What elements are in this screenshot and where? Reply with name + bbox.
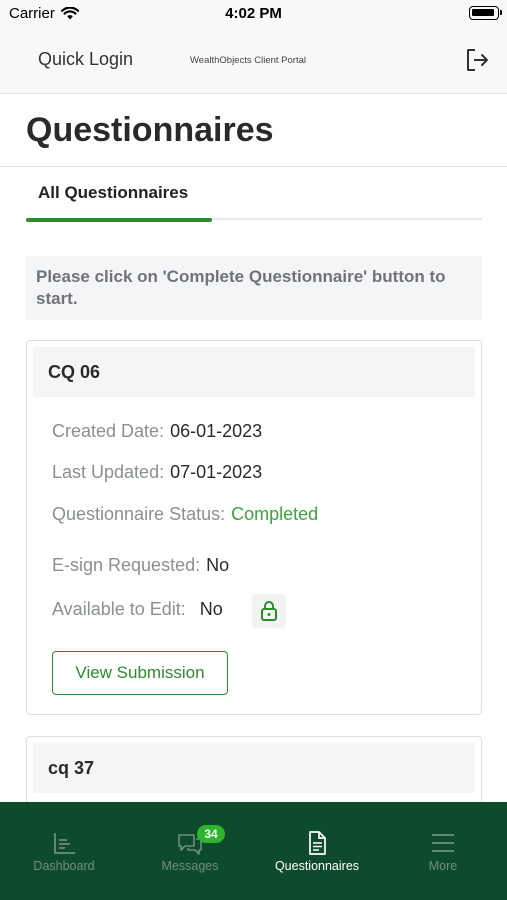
nav-label-dashboard: Dashboard (33, 859, 95, 873)
portal-name: WealthObjects Client Portal (190, 55, 306, 66)
card-header: cq 37 (33, 743, 475, 793)
esign-value: No (206, 555, 230, 575)
nav-label-questionnaires: Questionnaires (274, 859, 360, 873)
tab-all-questionnaires[interactable]: All Questionnaires (26, 168, 212, 222)
nav-label-messages: Messages (161, 859, 219, 873)
nav-item-messages[interactable]: 34 Messages (127, 802, 253, 900)
dashboard-icon (54, 833, 75, 854)
esign-label: E-sign Requested: (52, 555, 201, 575)
card-header: CQ 06 (33, 347, 475, 397)
tab-bar-top: All Questionnaires (26, 168, 482, 222)
last-updated-row: Last Updated: 07-01-2023 (52, 462, 262, 483)
created-date-label: Created Date: (52, 421, 165, 441)
page-title: Questionnaires (26, 111, 274, 149)
quick-login-link[interactable]: Quick Login (38, 49, 133, 70)
tab-active-indicator (26, 218, 212, 222)
last-updated-label: Last Updated: (52, 462, 165, 482)
app-header: Quick Login WealthObjects Client Portal (0, 28, 507, 94)
card-title: CQ 06 (48, 362, 101, 382)
lock-button[interactable] (252, 594, 286, 628)
messages-badge: 34 (197, 825, 225, 843)
info-banner: Please click on 'Complete Questionnaire'… (26, 256, 482, 320)
edit-row: Available to Edit: No (52, 599, 223, 620)
document-icon (309, 831, 326, 855)
view-submission-button[interactable]: View Submission (52, 651, 228, 695)
lock-icon (261, 601, 277, 621)
page-title-section: Questionnaires (0, 95, 507, 167)
battery-icon (469, 6, 502, 20)
edit-label: Available to Edit: (52, 599, 186, 619)
nav-item-questionnaires[interactable]: Questionnaires (254, 802, 380, 900)
bottom-nav: Dashboard 34 Messages Questionnaires Mor… (0, 802, 507, 900)
nav-item-more[interactable]: More (380, 802, 506, 900)
card-title: cq 37 (48, 758, 95, 778)
questionnaire-card: CQ 06 Created Date: 06-01-2023 Last Updat… (26, 340, 482, 715)
tab-label: All Questionnaires (38, 183, 189, 202)
nav-label-more: More (428, 859, 458, 873)
nav-item-dashboard[interactable]: Dashboard (1, 802, 127, 900)
logout-icon[interactable] (463, 46, 491, 74)
esign-row: E-sign Requested: No (52, 555, 229, 576)
last-updated-value: 07-01-2023 (170, 462, 263, 482)
status-value: Completed (231, 504, 319, 524)
created-date-row: Created Date: 06-01-2023 (52, 421, 262, 442)
status-time: 4:02 PM (225, 5, 282, 22)
status-bar: Carrier 4:02 PM (0, 0, 507, 28)
status-row: Questionnaire Status: Completed (52, 504, 318, 525)
menu-icon (432, 834, 454, 852)
created-date-value: 06-01-2023 (170, 421, 263, 441)
status-label: Questionnaire Status: (52, 504, 226, 524)
edit-value: No (199, 599, 223, 619)
